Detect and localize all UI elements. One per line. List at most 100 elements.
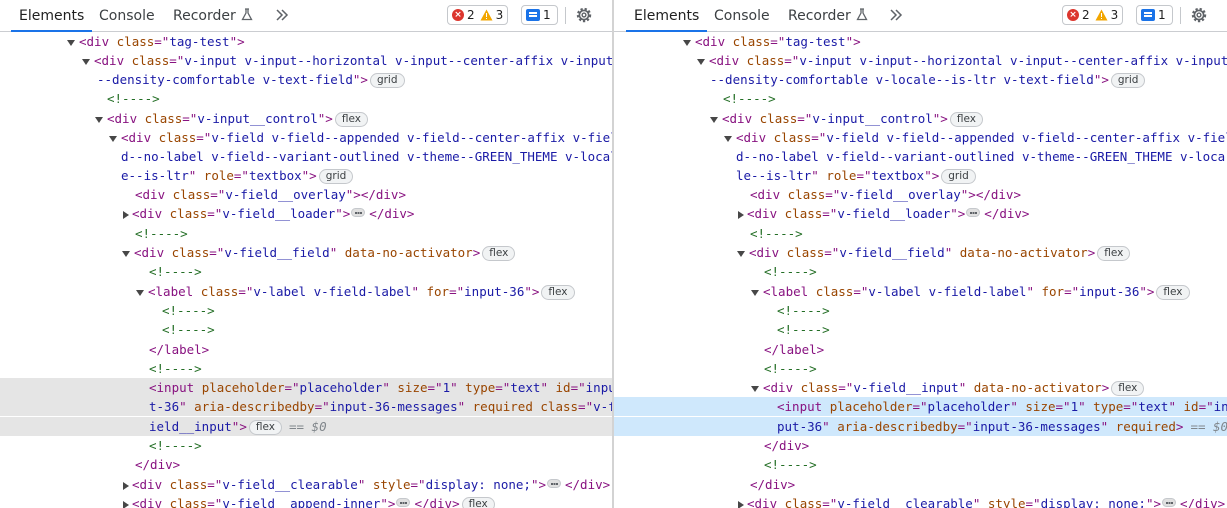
dom-node[interactable]: <!---->: [0, 301, 612, 320]
dom-node[interactable]: <!---->: [0, 320, 612, 339]
dom-node[interactable]: <div class="v-field__loader"> </div>: [614, 204, 1227, 223]
dom-node[interactable]: </div>: [614, 436, 1227, 455]
dom-node[interactable]: <div class="v-field v-field--appended v-…: [0, 128, 612, 147]
tab-recorder[interactable]: Recorder: [173, 0, 253, 31]
dom-node[interactable]: <!---->: [0, 89, 612, 108]
dom-node[interactable]: <div class="v-field__input" data-no-acti…: [614, 378, 1227, 397]
dom-node[interactable]: <div class="v-field__clearable" style="d…: [614, 494, 1227, 508]
dom-node[interactable]: </label>: [614, 340, 1227, 359]
dom-node-selected[interactable]: <input placeholder="placeholder" size="1…: [0, 378, 612, 397]
dom-node[interactable]: <div class="v-field__field" data-no-acti…: [614, 243, 1227, 262]
dom-node[interactable]: <!---->: [614, 224, 1227, 243]
dom-tree[interactable]: <div class="tag-test"> <div class="v-inpu…: [614, 32, 1227, 508]
layout-badge[interactable]: flex: [1097, 246, 1131, 261]
dom-node[interactable]: <div class="v-input__control"> flex: [0, 109, 612, 128]
expand-triangle-down-icon[interactable]: [136, 289, 144, 296]
dom-node[interactable]: d--no-label v-field--variant-outlined v-…: [614, 147, 1227, 166]
dom-node[interactable]: <div class="tag-test">: [614, 32, 1227, 51]
dom-node[interactable]: <label class="v-label v-field-label" for…: [0, 282, 612, 301]
expand-triangle-down-icon[interactable]: [82, 58, 90, 65]
dom-node[interactable]: <div class="v-field__field" data-no-acti…: [0, 243, 612, 262]
tab-console[interactable]: Console: [714, 0, 770, 31]
expand-triangle-down-icon[interactable]: [122, 250, 130, 257]
more-tabs-chevron-icon[interactable]: [887, 6, 905, 24]
layout-badge[interactable]: flex: [482, 246, 516, 261]
dom-node-selected[interactable]: <input placeholder="placeholder" size="1…: [614, 397, 1227, 416]
layout-badge[interactable]: flex: [1111, 381, 1145, 396]
expand-triangle-down-icon[interactable]: [697, 58, 705, 65]
expand-triangle-right-icon[interactable]: [123, 500, 129, 508]
dom-node[interactable]: <!---->: [614, 320, 1227, 339]
expand-triangle-right-icon[interactable]: [738, 210, 744, 219]
expand-triangle-right-icon[interactable]: [123, 210, 129, 219]
tab-recorder[interactable]: Recorder: [788, 0, 868, 31]
dom-node[interactable]: <!---->: [614, 301, 1227, 320]
expand-triangle-down-icon[interactable]: [109, 135, 117, 142]
dom-node[interactable]: </div>: [614, 475, 1227, 494]
dom-node[interactable]: le--is-ltr" role="textbox"> grid: [614, 166, 1227, 185]
dom-node[interactable]: <!---->: [0, 224, 612, 243]
dom-node[interactable]: --density-comfortable v-locale--is-ltr v…: [614, 70, 1227, 89]
layout-badge[interactable]: grid: [318, 169, 354, 184]
dom-node[interactable]: <div class="v-field__overlay"></div>: [614, 185, 1227, 204]
dom-node[interactable]: <div class="v-field__loader"> </div>: [0, 204, 612, 223]
expand-triangle-right-icon[interactable]: [123, 481, 129, 490]
dom-node[interactable]: <div class="v-input__control"> flex: [614, 109, 1227, 128]
layout-badge[interactable]: flex: [334, 112, 368, 127]
tab-elements[interactable]: Elements: [625, 0, 708, 32]
gear-icon[interactable]: [574, 5, 594, 25]
tab-elements[interactable]: Elements: [10, 0, 93, 32]
layout-badge[interactable]: grid: [1110, 73, 1146, 88]
layout-badge[interactable]: flex: [248, 420, 282, 435]
messages-counter[interactable]: 1: [1136, 5, 1173, 25]
dom-node-selected[interactable]: put-36" aria-describedby="input-36-messa…: [614, 417, 1227, 436]
layout-badge[interactable]: grid: [369, 73, 405, 88]
expand-triangle-down-icon[interactable]: [67, 39, 75, 46]
dom-node-selected[interactable]: ield__input"> flex == $0: [0, 417, 612, 436]
ellipsis-expand-icon[interactable]: [1162, 498, 1176, 507]
more-tabs-chevron-icon[interactable]: [273, 6, 291, 24]
messages-counter[interactable]: 1: [521, 5, 558, 25]
dom-node[interactable]: </div>: [0, 455, 612, 474]
dom-node[interactable]: <!---->: [0, 436, 612, 455]
dom-node[interactable]: <label class="v-label v-field-label" for…: [614, 282, 1227, 301]
ellipsis-expand-icon[interactable]: [966, 208, 981, 217]
gear-icon[interactable]: [1189, 5, 1209, 25]
expand-triangle-down-icon[interactable]: [710, 116, 718, 123]
layout-badge[interactable]: flex: [1156, 285, 1190, 300]
layout-badge[interactable]: grid: [941, 169, 976, 184]
expand-triangle-down-icon[interactable]: [737, 250, 745, 257]
dom-node[interactable]: <!---->: [0, 262, 612, 281]
expand-triangle-right-icon[interactable]: [738, 500, 744, 508]
dom-node[interactable]: <div class="v-field__overlay"></div>: [0, 185, 612, 204]
expand-triangle-down-icon[interactable]: [751, 385, 759, 392]
dom-node[interactable]: <!---->: [614, 455, 1227, 474]
layout-badge[interactable]: flex: [541, 285, 575, 300]
dom-node[interactable]: <div class="v-field__clearable" style="d…: [0, 475, 612, 494]
dom-node[interactable]: <!---->: [614, 359, 1227, 378]
tab-console[interactable]: Console: [99, 0, 155, 31]
ellipsis-expand-icon[interactable]: [396, 498, 411, 507]
ellipsis-expand-icon[interactable]: [547, 479, 561, 488]
expand-triangle-down-icon[interactable]: [751, 289, 759, 296]
dom-node[interactable]: <div class="v-field v-field--appended v-…: [614, 128, 1227, 147]
dom-node[interactable]: </label>: [0, 340, 612, 359]
issues-counter[interactable]: × 2 3: [1062, 5, 1124, 25]
layout-badge[interactable]: flex: [461, 497, 495, 508]
dom-node-selected[interactable]: t-36" aria-describedby="input-36-message…: [0, 397, 612, 416]
dom-node[interactable]: <div class="tag-test">: [0, 32, 612, 51]
expand-triangle-down-icon[interactable]: [724, 135, 732, 142]
dom-node[interactable]: --density-comfortable v-text-field"> grid: [0, 70, 612, 89]
expand-triangle-down-icon[interactable]: [683, 39, 691, 46]
dom-tree[interactable]: <div class="tag-test"> <div class="v-inpu…: [0, 32, 612, 508]
dom-node[interactable]: <div class="v-input v-input--horizontal …: [0, 51, 612, 70]
ellipsis-expand-icon[interactable]: [351, 208, 366, 217]
layout-badge[interactable]: flex: [949, 112, 983, 127]
dom-node[interactable]: <!---->: [614, 89, 1227, 108]
expand-triangle-down-icon[interactable]: [95, 116, 103, 123]
dom-node[interactable]: d--no-label v-field--variant-outlined v-…: [0, 147, 612, 166]
dom-node[interactable]: <div class="v-input v-input--horizontal …: [614, 51, 1227, 70]
dom-node[interactable]: <div class="v-field__append-inner"> </div…: [0, 494, 612, 508]
dom-node[interactable]: e--is-ltr" role="textbox"> grid: [0, 166, 612, 185]
issues-counter[interactable]: × 2 3: [447, 5, 509, 25]
